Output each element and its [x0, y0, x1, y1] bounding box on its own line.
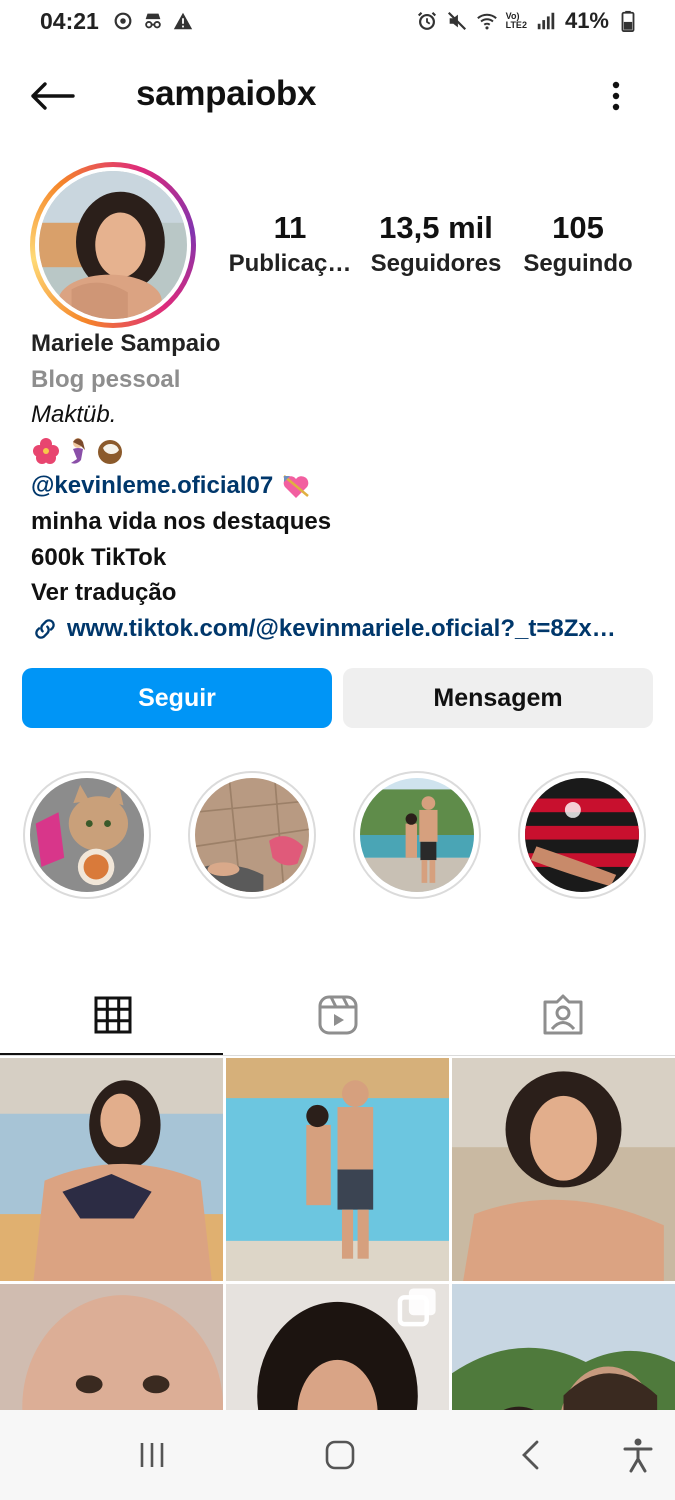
- arrow-left-icon: [31, 82, 75, 110]
- header-username: sampaiobx: [136, 74, 317, 113]
- profile-bio: Mariele Sampaio Blog pessoal Maktüb. @ke…: [31, 326, 651, 646]
- post-thumbnail[interactable]: [0, 1284, 223, 1410]
- link-icon: [35, 618, 55, 639]
- accessibility-icon: [623, 1438, 653, 1473]
- avatar-image: [39, 171, 187, 319]
- more-vertical-icon: [612, 81, 620, 111]
- recent-apps-button[interactable]: [122, 1432, 182, 1478]
- post-thumbnail[interactable]: [452, 1058, 675, 1281]
- stat-posts-label: Publicaç…: [228, 250, 352, 277]
- grid-icon: [94, 996, 131, 1034]
- tab-reels[interactable]: [225, 975, 450, 1055]
- profile-avatar[interactable]: [30, 162, 196, 328]
- stat-following-value: 105: [552, 210, 604, 245]
- signal-icon: [537, 12, 555, 30]
- bio-line-maktub: Maktüb.: [31, 401, 117, 429]
- story-highlight[interactable]: [188, 771, 316, 899]
- highlight-pool-image: [195, 778, 309, 892]
- status-right-icons: Vo) LTE2 41%: [416, 8, 639, 34]
- reels-icon: [318, 995, 357, 1035]
- translate-button[interactable]: Ver tradução: [31, 575, 651, 611]
- profile-header: sampaiobx: [0, 60, 675, 130]
- status-left-icons: [112, 10, 194, 32]
- message-button[interactable]: Mensagem: [343, 668, 653, 728]
- status-bar: 04:21 Vo) LTE2 41%: [0, 0, 675, 44]
- back-icon: [522, 1440, 539, 1470]
- tagged-icon: [543, 994, 582, 1035]
- home-icon: [325, 1440, 355, 1470]
- story-highlight[interactable]: [353, 771, 481, 899]
- accessibility-button[interactable]: [608, 1432, 668, 1478]
- sync-icon: [114, 12, 132, 30]
- alarm-icon: [417, 11, 436, 30]
- profile-name: Mariele Sampaio: [31, 330, 221, 357]
- system-nav-bar: [0, 1410, 675, 1500]
- battery-percent: 41%: [564, 8, 609, 33]
- network-label: Vo) LTE2: [505, 11, 527, 30]
- tab-divider: [0, 1055, 675, 1056]
- status-time: 04:21: [40, 8, 99, 34]
- stat-posts-value: 11: [273, 210, 307, 245]
- bio-mention-link[interactable]: @kevinleme.oficial07: [31, 468, 651, 504]
- mute-icon: [447, 11, 466, 31]
- post-thumbnail[interactable]: [226, 1284, 449, 1410]
- bio-line-highlights: minha vida nos destaques: [31, 507, 332, 535]
- battery-icon: [621, 10, 635, 32]
- avatar-frame: [35, 167, 191, 323]
- tab-posts[interactable]: [0, 975, 225, 1055]
- bio-emojis: [31, 433, 651, 469]
- stat-followers-value: 13,5 mil: [379, 210, 493, 245]
- story-highlight[interactable]: [23, 771, 151, 899]
- hibiscus-emoji: [33, 437, 59, 464]
- home-button[interactable]: [310, 1432, 370, 1478]
- stat-following[interactable]: 105 Seguindo: [508, 210, 648, 282]
- recent-apps-icon: [140, 1443, 164, 1467]
- profile-tabs: [0, 975, 675, 1057]
- post-thumbnail[interactable]: [226, 1058, 449, 1281]
- bio-external-link[interactable]: www.tiktok.com/@kevinmariele.oficial?_t=…: [31, 611, 641, 647]
- posts-grid: [0, 1058, 675, 1410]
- mention-text: @kevinleme.oficial07: [31, 472, 274, 500]
- stat-posts[interactable]: 11 Publicaç…: [220, 210, 360, 282]
- mermaid-emoji: [71, 437, 85, 464]
- highlight-flamengo-image: [525, 778, 639, 892]
- warning-icon: [173, 12, 193, 30]
- back-button[interactable]: [26, 74, 78, 118]
- incognito-icon: [145, 13, 161, 29]
- highlight-cat-image: [30, 778, 144, 892]
- stat-following-label: Seguindo: [523, 250, 633, 277]
- wifi-icon: [476, 13, 497, 30]
- more-options-button[interactable]: [601, 74, 631, 118]
- post-thumbnail[interactable]: [452, 1284, 675, 1410]
- profile-category: Blog pessoal: [31, 365, 181, 393]
- post-thumbnail[interactable]: [0, 1058, 223, 1281]
- nav-back-button[interactable]: [500, 1432, 560, 1478]
- stat-followers-label: Seguidores: [370, 250, 502, 277]
- link-text: www.tiktok.com/@kevinmariele.oficial?_t=…: [67, 614, 616, 642]
- follow-button[interactable]: Seguir: [22, 668, 332, 728]
- heart-arrow-emoji: [283, 475, 310, 499]
- tab-tagged[interactable]: [450, 975, 675, 1055]
- coconut-emoji: [98, 439, 122, 464]
- story-highlight[interactable]: [518, 771, 646, 899]
- bio-line-tiktok: 600k TikTok: [31, 543, 167, 571]
- stat-followers[interactable]: 13,5 mil Seguidores: [366, 210, 506, 282]
- highlight-couple-image: [360, 778, 474, 892]
